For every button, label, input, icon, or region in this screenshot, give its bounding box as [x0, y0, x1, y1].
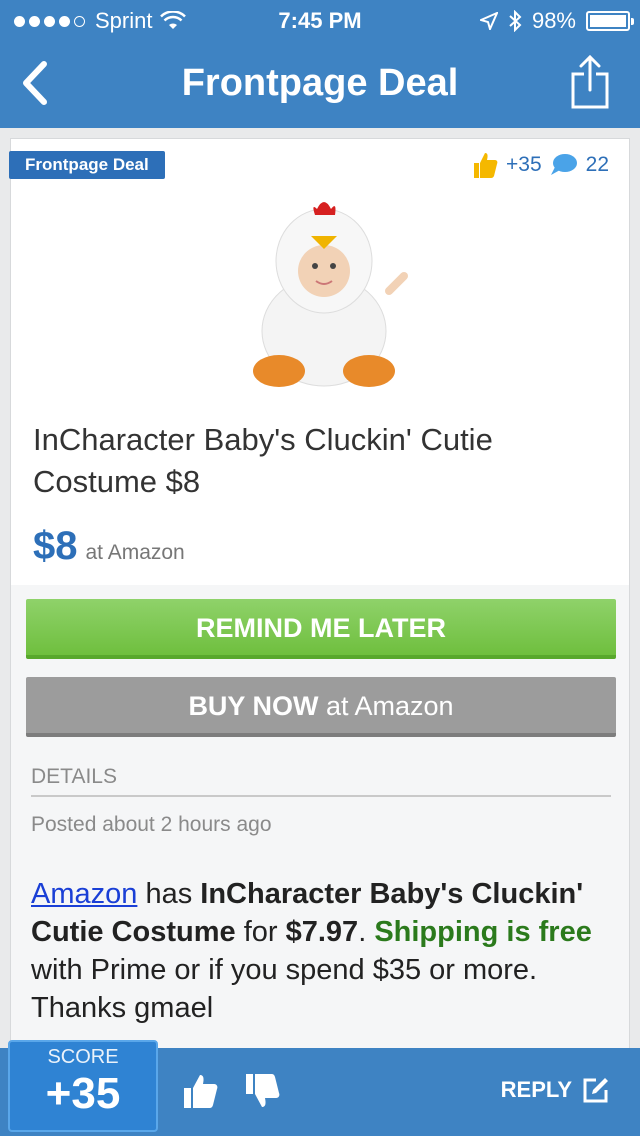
deal-actions: REMIND ME LATER BUY NOW at Amazon DETAIL… [11, 585, 629, 1049]
score-label: SCORE [47, 1046, 119, 1068]
buy-now-button[interactable]: BUY NOW at Amazon [26, 677, 616, 737]
price-row: $8 at Amazon [33, 524, 185, 569]
deal-store: at Amazon [85, 541, 185, 564]
thumbs-up-vote-icon[interactable] [182, 1072, 218, 1110]
page-title: Frontpage Deal [181, 62, 459, 104]
posted-time: Posted about 2 hours ago [31, 813, 272, 836]
compose-icon [583, 1078, 608, 1103]
nav-bar: Frontpage Deal [0, 40, 640, 128]
thumbs-count: +35 [506, 153, 542, 176]
status-bar: Sprint 7:45 PM 98% [0, 0, 640, 40]
reply-label: REPLY [500, 1077, 572, 1102]
remind-me-later-button[interactable]: REMIND ME LATER [26, 599, 616, 659]
reply-button[interactable]: REPLY [501, 1076, 610, 1104]
buy-now-store: at Amazon [318, 691, 454, 721]
desc-text-4: with Prime or if you spend $35 or more. … [31, 954, 538, 1024]
bluetooth-icon [509, 10, 522, 32]
comment-count: 22 [585, 153, 609, 176]
battery-icon [586, 11, 634, 31]
details-divider [31, 795, 611, 797]
deal-card: Frontpage Deal +35 22 InCharacter Baby's… [9, 138, 630, 1049]
desc-price: $7.97 [285, 916, 359, 948]
desc-text-3: . [358, 916, 375, 948]
details-heading: DETAILS [31, 765, 117, 788]
deal-price: $8 [33, 524, 78, 568]
score-value: +35 [45, 1069, 121, 1118]
battery-percent: 98% [531, 8, 576, 33]
buy-now-label: BUY NOW [188, 691, 319, 721]
amazon-link[interactable]: Amazon [31, 878, 137, 910]
deal-title: InCharacter Baby's Cluckin' Cutie Costum… [33, 422, 493, 499]
bottom-bar: SCORE +35 REPLY [0, 1040, 640, 1136]
desc-text-1: has [137, 878, 201, 910]
product-image[interactable] [239, 191, 409, 401]
desc-shipping: Shipping is free [374, 916, 592, 948]
share-icon[interactable] [570, 54, 610, 110]
thumbs-down-vote-icon[interactable] [244, 1072, 280, 1110]
score-box: SCORE +35 [8, 1040, 158, 1132]
deal-stats: +35 22 [472, 151, 609, 179]
deal-description: Amazon has InCharacter Baby's Cluckin' C… [31, 875, 611, 1027]
location-icon [479, 12, 498, 30]
comment-icon [550, 154, 577, 175]
frontpage-badge: Frontpage Deal [9, 151, 165, 179]
status-right: 98% [479, 8, 634, 34]
thumbs-up-icon [474, 153, 498, 178]
desc-text-2: for [235, 916, 286, 948]
